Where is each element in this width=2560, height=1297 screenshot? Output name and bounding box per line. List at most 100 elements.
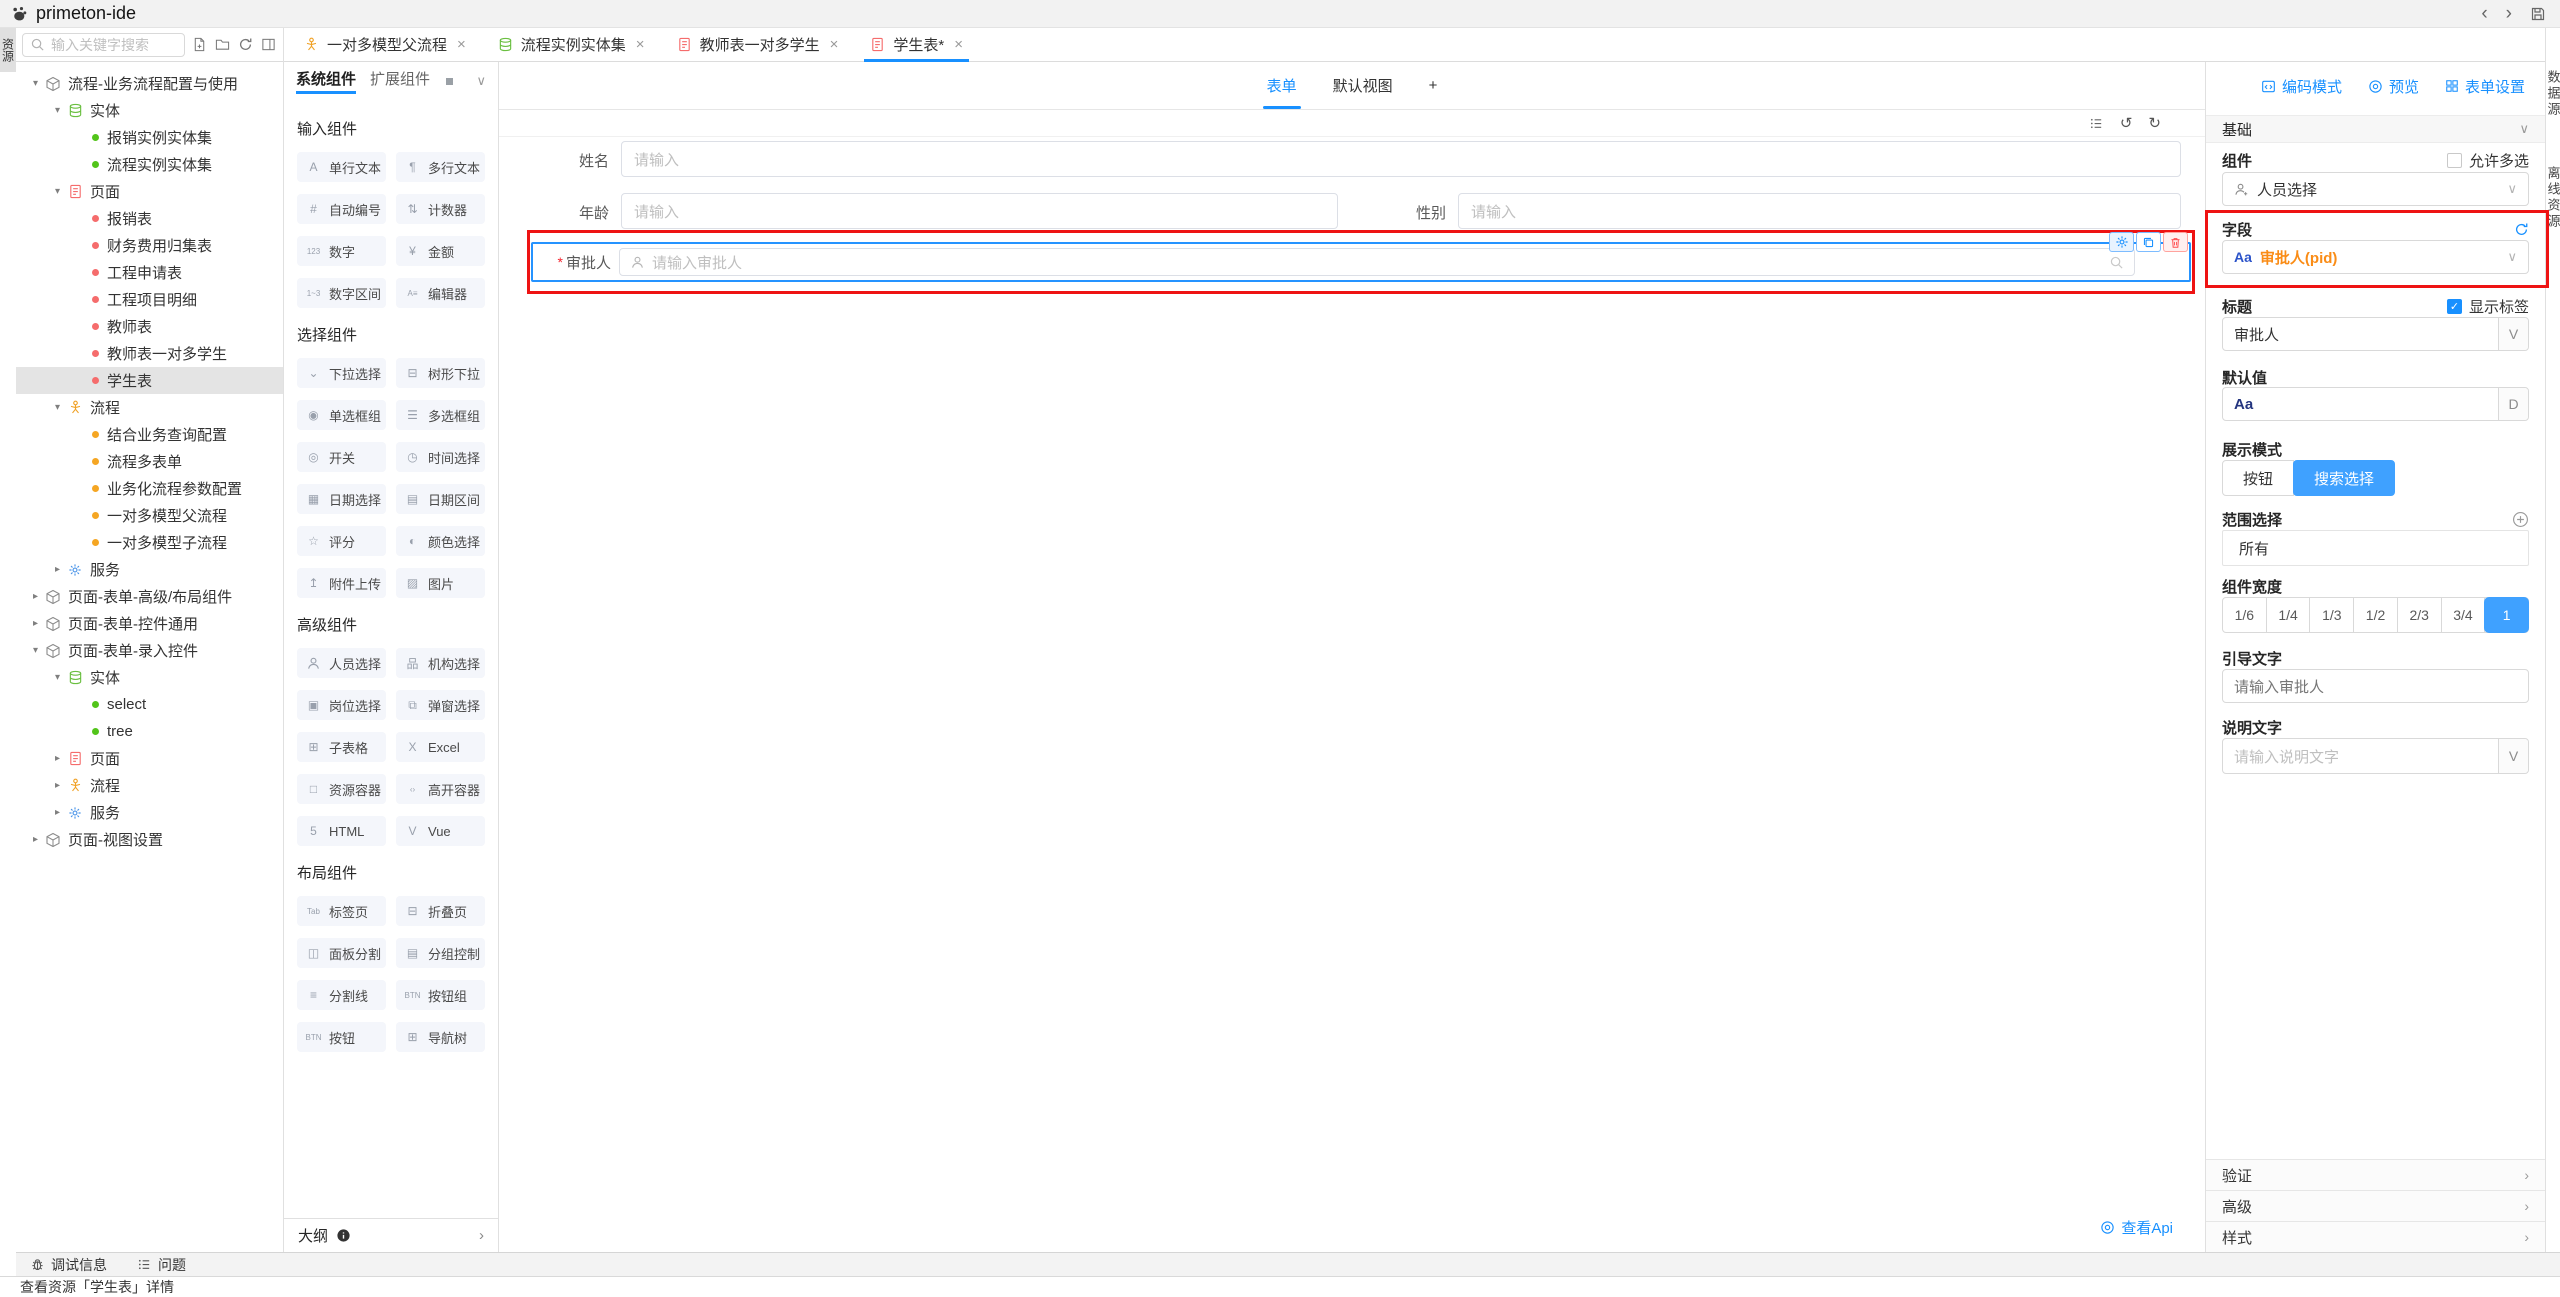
tree-item[interactable]: 工程申请表 [16,259,283,286]
selected-approver-component[interactable]: * 审批人 请输入审批人 [531,242,2191,282]
tree-item[interactable]: ▸页面 [16,745,283,772]
palette-item[interactable]: A≡ 编辑器 [396,278,485,308]
tree-item[interactable]: 教师表 [16,313,283,340]
section-样式[interactable]: 样式 › [2206,1221,2545,1252]
left-rail-tab-resources[interactable]: 资源 [0,28,16,72]
component-settings-button[interactable] [2109,232,2134,252]
tree-item[interactable]: ▸页面-视图设置 [16,826,283,853]
doc-tab[interactable]: 学生表* × [854,28,979,62]
range-value[interactable]: 所有 [2222,530,2529,566]
caret-right-icon[interactable]: ▸ [28,834,43,845]
default-value-input[interactable]: Aa D [2222,387,2529,421]
palette-item[interactable]: ◎ 开关 [297,442,386,472]
palette-item[interactable]: ◉ 单选框组 [297,400,386,430]
search-input[interactable]: 输入关键字搜索 [22,33,185,57]
caret-right-icon[interactable]: ▸ [28,618,43,629]
nav-forward-icon[interactable]: › [2506,3,2512,25]
inspector-action-preview-eye[interactable]: 预览 [2368,76,2419,97]
palette-item[interactable]: BTN 按钮 [297,1022,386,1052]
tree-item[interactable]: 一对多模型子流程 [16,529,283,556]
width-option[interactable]: 3/4 [2442,598,2486,632]
allow-multi-checkbox[interactable] [2447,153,2462,168]
palette-item[interactable]: ¶ 多行文本 [396,152,485,182]
tree-item[interactable]: ▸服务 [16,799,283,826]
width-option[interactable]: 1/4 [2267,598,2311,632]
palette-item[interactable]: BTN 按钮组 [396,980,485,1010]
palette-item[interactable]: ☆ 评分 [297,526,386,556]
tree-item[interactable]: 报销表 [16,205,283,232]
palette-item[interactable]: 123 数字 [297,236,386,266]
name-input[interactable]: 请输入 [621,141,2181,177]
right-rail-tab-0[interactable]: 数据源 [2544,70,2560,118]
caret-down-icon[interactable]: ▾ [28,78,43,89]
palette-item[interactable]: V Vue [396,816,485,846]
palette-item[interactable]: ☰ 多选框组 [396,400,485,430]
refresh-tree-icon[interactable] [236,37,254,52]
nav-back-icon[interactable]: ‹ [2481,3,2487,25]
redo-icon[interactable]: ↻ [2148,114,2161,132]
palette-item[interactable]: ⌄ 下拉选择 [297,358,386,388]
description-input[interactable]: 请输入说明文字 V [2222,738,2529,774]
caret-right-icon[interactable]: ▸ [50,564,65,575]
tree-item[interactable]: select [16,691,283,718]
palette-item[interactable]: ⧉ 弹窗选择 [396,690,485,720]
palette-item[interactable]: A 单行文本 [297,152,386,182]
chevron-down-icon[interactable]: ∨ [476,73,486,89]
section-高级[interactable]: 高级 › [2206,1190,2545,1221]
palette-item[interactable]: ↥ 附件上传 [297,568,386,598]
doc-tab[interactable]: 流程实例实体集 × [482,28,661,62]
palette-item[interactable]: Tab 标签页 [297,896,386,926]
gender-input[interactable]: 请输入 [1458,193,2181,229]
canvas-view-tab[interactable]: 表单 [1249,62,1315,109]
caret-down-icon[interactable]: ▾ [28,645,43,656]
palette-item[interactable]: ◷ 时间选择 [396,442,485,472]
palette-item[interactable]: □ 资源容器 [297,774,386,804]
collapse-all-icon[interactable] [259,37,277,52]
palette-item[interactable]: ⊟ 树形下拉 [396,358,485,388]
view-api-link[interactable]: 查看Api [2100,1217,2173,1238]
palette-item[interactable]: # 自动编号 [297,194,386,224]
tree-item[interactable]: 流程实例实体集 [16,151,283,178]
palette-item[interactable]: ¥ 金额 [396,236,485,266]
display-mode-option[interactable]: 搜索选择 [2293,460,2395,496]
palette-item[interactable]: ‹› 高开容器 [396,774,485,804]
tree-item[interactable]: ▸页面-表单-控件通用 [16,610,283,637]
variable-suffix-button[interactable]: V [2498,739,2528,773]
new-resource-icon[interactable] [190,37,208,52]
width-option[interactable]: 1/2 [2354,598,2398,632]
close-icon[interactable]: × [636,36,645,53]
component-select[interactable]: 人员选择 ∨ [2222,172,2529,206]
right-rail-tab-1[interactable]: 离线资源 [2544,166,2560,230]
doc-tab[interactable]: 教师表一对多学生 × [661,28,855,62]
variable-suffix-button[interactable]: V [2498,318,2528,350]
tree-item[interactable]: 学生表 [16,367,283,394]
display-mode-option[interactable]: 按钮 [2222,460,2294,496]
close-icon[interactable]: × [954,36,963,53]
caret-down-icon[interactable]: ▾ [50,402,65,413]
pin-icon[interactable] [446,78,453,85]
palette-item[interactable]: ◐ 颜色选择 [396,526,485,556]
tree-item[interactable]: 业务化流程参数配置 [16,475,283,502]
save-icon[interactable] [2530,6,2546,22]
canvas-view-tab[interactable]: + [1411,62,1456,109]
caret-down-icon[interactable]: ▾ [50,672,65,683]
palette-item[interactable]: ⊟ 折叠页 [396,896,485,926]
palette-item[interactable]: 5 HTML [297,816,386,846]
tree-item[interactable]: 报销实例实体集 [16,124,283,151]
tree-item[interactable]: ▾实体 [16,97,283,124]
tree-item[interactable]: ▾页面 [16,178,283,205]
refresh-field-icon[interactable] [2514,222,2529,237]
palette-item[interactable]: ▨ 图片 [396,568,485,598]
tree-item[interactable]: ▾流程-业务流程配置与使用 [16,70,283,97]
palette-item[interactable]: ▤ 分组控制 [396,938,485,968]
caret-right-icon[interactable]: ▸ [50,753,65,764]
palette-item[interactable]: ◫ 面板分割 [297,938,386,968]
caret-right-icon[interactable]: ▸ [50,780,65,791]
component-copy-button[interactable] [2136,232,2161,252]
tree-item[interactable]: tree [16,718,283,745]
palette-item[interactable]: 1~3 数字区间 [297,278,386,308]
tree-item[interactable]: 工程项目明细 [16,286,283,313]
caret-down-icon[interactable]: ▾ [50,186,65,197]
doc-tab[interactable]: 一对多模型父流程 × [288,28,482,62]
undo-icon[interactable]: ↺ [2120,114,2133,132]
